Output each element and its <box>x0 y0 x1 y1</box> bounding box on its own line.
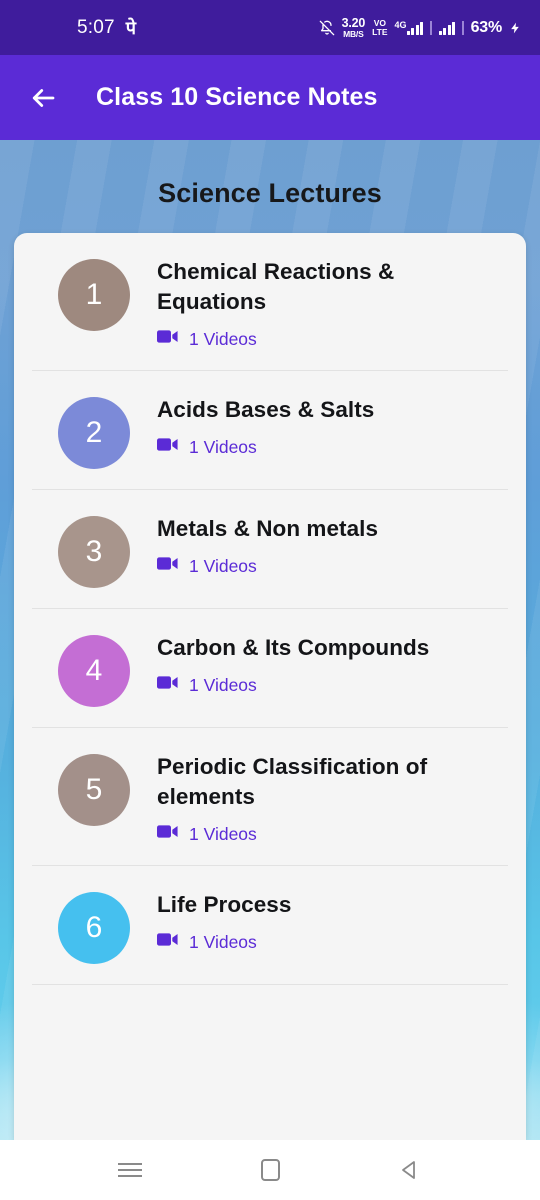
volte-icon: VO LTE <box>372 19 387 36</box>
list-divider <box>32 983 508 985</box>
signal-bars-sim1 <box>406 21 424 35</box>
signal-bars-sim2 <box>438 21 456 35</box>
lecture-number: 4 <box>85 653 103 687</box>
lecture-title: Chemical Reactions & Equations <box>157 259 395 314</box>
back-triangle-icon <box>402 1161 415 1179</box>
lecture-title: Acids Bases & Salts <box>157 396 375 422</box>
lecture-body: Acids Bases & Salts 1 Videos <box>157 393 506 458</box>
lecture-video-count: 1 Videos <box>189 931 257 952</box>
lecture-meta: 1 Videos <box>157 329 506 350</box>
data-speed-unit: MB/S <box>343 28 364 39</box>
lecture-list-card: 1 Chemical Reactions & Equations 1 Videos 2… <box>14 233 526 1140</box>
home-button[interactable] <box>239 1145 301 1195</box>
lecture-list-item[interactable]: 5 Periodic Classification of elements 1 Vi… <box>14 728 526 865</box>
video-camera-icon <box>157 675 178 695</box>
lecture-number: 2 <box>85 415 103 449</box>
android-nav-bar <box>0 1140 540 1200</box>
video-camera-icon <box>157 824 178 844</box>
lecture-video-count: 1 Videos <box>189 328 257 349</box>
lecture-list-item[interactable]: 3 Metals & Non metals 1 Videos <box>14 490 526 608</box>
lecture-title: Metals & Non metals <box>157 515 379 541</box>
lecture-number-badge: 4 <box>58 634 130 707</box>
hamburger-menu-icon <box>118 1159 142 1181</box>
lecture-list-item[interactable]: 6 Life Process 1 Videos <box>14 866 526 984</box>
lecture-number: 1 <box>85 278 103 311</box>
lecture-meta: 1 Videos <box>157 675 506 696</box>
network-type-label: 4G <box>394 19 407 30</box>
recents-button[interactable] <box>99 1145 161 1195</box>
content-area: Science Lectures 1 Chemical Reactions & E… <box>0 140 540 1140</box>
lecture-number-badge: 3 <box>58 515 130 588</box>
lecture-body: Metals & Non metals 1 Videos <box>157 512 506 577</box>
status-bar-clock: 5:07 <box>77 16 115 38</box>
lecture-number: 5 <box>85 772 103 806</box>
lecture-video-count: 1 Videos <box>189 436 257 457</box>
lecture-number-badge: 6 <box>58 891 130 964</box>
page-title: Science Lectures <box>158 178 382 208</box>
lecture-body: Periodic Classification of elements 1 Vid… <box>157 750 506 845</box>
video-camera-icon <box>157 329 178 349</box>
video-camera-icon <box>157 437 178 457</box>
lecture-number-badge: 1 <box>58 259 130 331</box>
lecture-title: Carbon & Its Compounds <box>157 634 430 660</box>
status-bar-left: 5:07 पे <box>77 16 136 40</box>
volte-line-2: LTE <box>372 26 388 37</box>
lecture-list: 1 Chemical Reactions & Equations 1 Videos 2… <box>14 233 526 985</box>
battery-percent-label: 63% <box>470 18 503 36</box>
lecture-video-count: 1 Videos <box>189 823 257 844</box>
phone-screen: 5:07 पे 3.20 MB/S VO LTE 4G 63% Class 10… <box>0 0 540 1200</box>
lecture-number: 3 <box>85 534 103 568</box>
video-camera-icon <box>157 556 178 576</box>
signal-sim1-icon: 4G <box>394 19 424 35</box>
app-bar: Class 10 Science Notes <box>0 55 540 140</box>
status-bar-ampm: पे <box>125 17 137 38</box>
arrow-left-icon <box>32 88 55 107</box>
lecture-video-count: 1 Videos <box>189 674 257 695</box>
lecture-meta: 1 Videos <box>157 437 506 458</box>
bell-off-icon <box>319 20 335 36</box>
back-button[interactable] <box>17 72 69 124</box>
status-bar: 5:07 पे 3.20 MB/S VO LTE 4G 63% <box>0 0 540 55</box>
video-camera-icon <box>157 932 178 952</box>
lecture-body: Carbon & Its Compounds 1 Videos <box>157 631 506 696</box>
lecture-meta: 1 Videos <box>157 824 506 845</box>
status-bar-right: 3.20 MB/S VO LTE 4G 63% <box>319 17 522 38</box>
lecture-title: Periodic Classification of elements <box>157 753 428 809</box>
status-divider <box>430 20 432 35</box>
lecture-list-item[interactable]: 4 Carbon & Its Compounds 1 Videos <box>14 609 526 727</box>
lecture-number-badge: 5 <box>58 753 130 826</box>
app-bar-title: Class 10 Science Notes <box>96 83 378 111</box>
lecture-list-item[interactable]: 1 Chemical Reactions & Equations 1 Videos <box>14 233 526 370</box>
data-speed-value: 3.20 <box>341 16 366 30</box>
lightning-bolt-icon <box>509 20 522 36</box>
nav-back-button[interactable] <box>379 1145 441 1195</box>
data-speed-indicator: 3.20 MB/S <box>342 17 366 38</box>
home-square-icon <box>260 1159 280 1181</box>
lecture-body: Life Process 1 Videos <box>157 888 506 953</box>
lecture-video-count: 1 Videos <box>189 555 257 576</box>
lecture-list-item[interactable]: 2 Acids Bases & Salts 1 Videos <box>14 371 526 489</box>
lecture-number-badge: 2 <box>58 396 130 469</box>
lecture-number: 6 <box>85 910 103 944</box>
status-divider-2 <box>462 20 464 35</box>
lecture-body: Chemical Reactions & Equations 1 Videos <box>157 255 506 350</box>
lecture-title: Life Process <box>157 891 292 917</box>
lecture-meta: 1 Videos <box>157 932 506 953</box>
lecture-meta: 1 Videos <box>157 556 506 577</box>
